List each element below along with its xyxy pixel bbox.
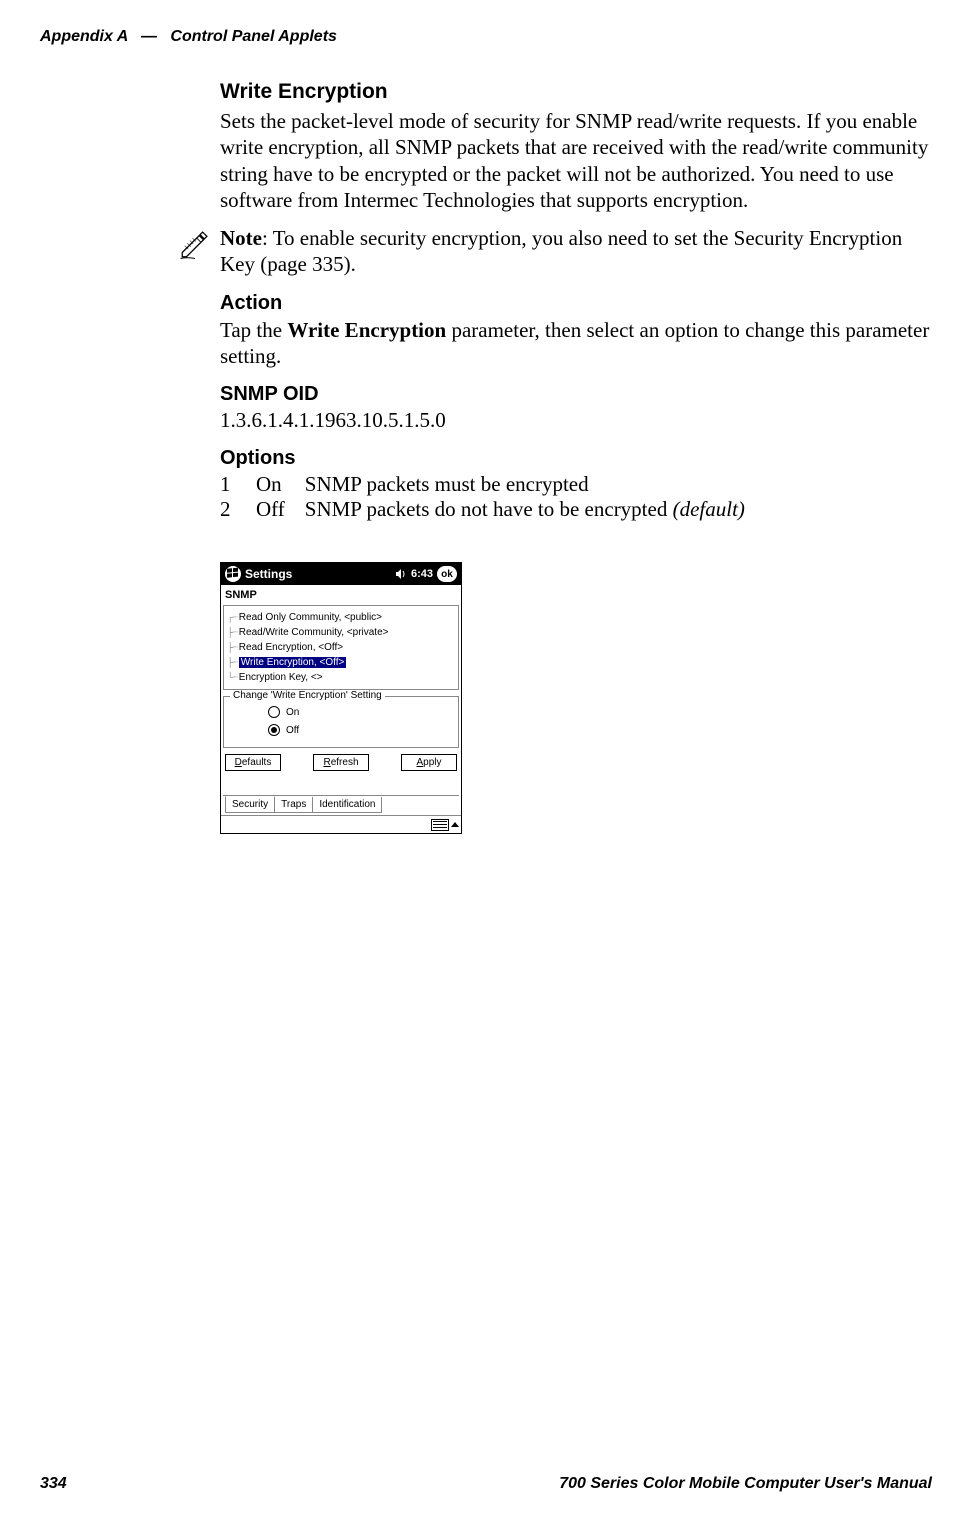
- defaults-button[interactable]: Defaults: [225, 754, 281, 771]
- tree-item-read-only-community[interactable]: ┌┈ Read Only Community, <public>: [227, 610, 455, 625]
- section-description: Sets the packet-level mode of security f…: [220, 108, 932, 213]
- radio-on[interactable]: On: [268, 703, 450, 721]
- tree-item-write-encryption[interactable]: ├┈ Write Encryption, <Off>: [227, 655, 455, 670]
- change-setting-groupbox: Change 'Write Encryption' Setting On Off: [223, 696, 459, 748]
- option-name: On: [256, 472, 305, 497]
- radio-off-label: Off: [286, 725, 299, 736]
- tree-connector-icon: ├┈: [227, 657, 237, 668]
- manual-title: 700 Series Color Mobile Computer User's …: [559, 1475, 932, 1493]
- pda-titlebar: Settings 6:43 ok: [221, 563, 461, 585]
- radio-icon: [268, 724, 280, 736]
- note-text: Note: To enable security encryption, you…: [220, 225, 932, 278]
- pda-screenshot: Settings 6:43 ok SNMP ┌┈ Read Only Commu…: [220, 562, 932, 834]
- action-bold: Write Encryption: [287, 318, 446, 342]
- options-heading: Options: [220, 447, 932, 470]
- keyboard-icon[interactable]: [431, 819, 449, 831]
- header-dash: —: [141, 28, 157, 45]
- tree-list: ┌┈ Read Only Community, <public> ├┈ Read…: [223, 605, 459, 690]
- note-pencil-icon: [178, 227, 212, 261]
- tree-connector-icon: ┌┈: [227, 612, 237, 623]
- tree-connector-icon: └┈: [227, 672, 237, 683]
- tree-item-read-encryption[interactable]: ├┈ Read Encryption, <Off>: [227, 640, 455, 655]
- note-label: Note: [220, 226, 262, 250]
- pda-tabbar: Security Traps Identification: [223, 795, 459, 813]
- option-num: 2: [220, 497, 256, 522]
- pda-window: Settings 6:43 ok SNMP ┌┈ Read Only Commu…: [220, 562, 462, 834]
- tab-security[interactable]: Security: [225, 796, 275, 813]
- arrow-up-icon[interactable]: [451, 822, 459, 827]
- groupbox-legend: Change 'Write Encryption' Setting: [230, 690, 385, 701]
- action-text: Tap the Write Encryption parameter, then…: [220, 317, 932, 370]
- pda-bottombar: [221, 815, 461, 833]
- refresh-button[interactable]: Refresh: [313, 754, 369, 771]
- action-prefix: Tap the: [220, 318, 287, 342]
- radio-on-label: On: [286, 707, 299, 718]
- tree-connector-icon: ├┈: [227, 642, 237, 653]
- pda-clock: 6:43: [411, 568, 433, 580]
- tree-item-encryption-key[interactable]: └┈ Encryption Key, <>: [227, 670, 455, 685]
- tree-connector-icon: ├┈: [227, 627, 237, 638]
- action-heading: Action: [220, 292, 932, 315]
- options-row: 1 On SNMP packets must be encrypted: [220, 472, 765, 497]
- apply-button[interactable]: Apply: [401, 754, 457, 771]
- option-num: 1: [220, 472, 256, 497]
- option-name: Off: [256, 497, 305, 522]
- page-header: Appendix A — Control Panel Applets: [40, 28, 337, 46]
- button-row: Defaults Refresh Apply: [223, 754, 459, 771]
- header-chapter: Control Panel Applets: [170, 28, 337, 45]
- snmp-oid-value: 1.3.6.1.4.1.1963.10.5.1.5.0: [220, 408, 932, 433]
- windows-start-icon[interactable]: [225, 566, 241, 582]
- radio-off[interactable]: Off: [268, 721, 450, 739]
- option-desc: SNMP packets do not have to be encrypted…: [305, 497, 765, 522]
- options-table: 1 On SNMP packets must be encrypted 2 Of…: [220, 472, 765, 522]
- snmp-oid-heading: SNMP OID: [220, 383, 932, 406]
- note-body: : To enable security encryption, you als…: [220, 226, 902, 276]
- radio-icon: [268, 706, 280, 718]
- tab-traps[interactable]: Traps: [274, 797, 313, 813]
- tree-item-read-write-community[interactable]: ├┈ Read/Write Community, <private>: [227, 625, 455, 640]
- options-row: 2 Off SNMP packets do not have to be enc…: [220, 497, 765, 522]
- pda-title: Settings: [245, 567, 391, 581]
- ok-button[interactable]: ok: [437, 566, 457, 582]
- tab-identification[interactable]: Identification: [312, 797, 382, 813]
- page-number: 334: [40, 1475, 67, 1493]
- pda-body: SNMP ┌┈ Read Only Community, <public> ├┈…: [221, 585, 461, 815]
- header-appendix: Appendix A: [40, 28, 128, 45]
- pda-app-name: SNMP: [223, 587, 459, 605]
- note-block: Note: To enable security encryption, you…: [178, 225, 932, 278]
- page-footer: 334 700 Series Color Mobile Computer Use…: [40, 1475, 932, 1493]
- option-desc: SNMP packets must be encrypted: [305, 472, 765, 497]
- section-title: Write Encryption: [220, 80, 932, 104]
- speaker-icon[interactable]: [395, 568, 407, 580]
